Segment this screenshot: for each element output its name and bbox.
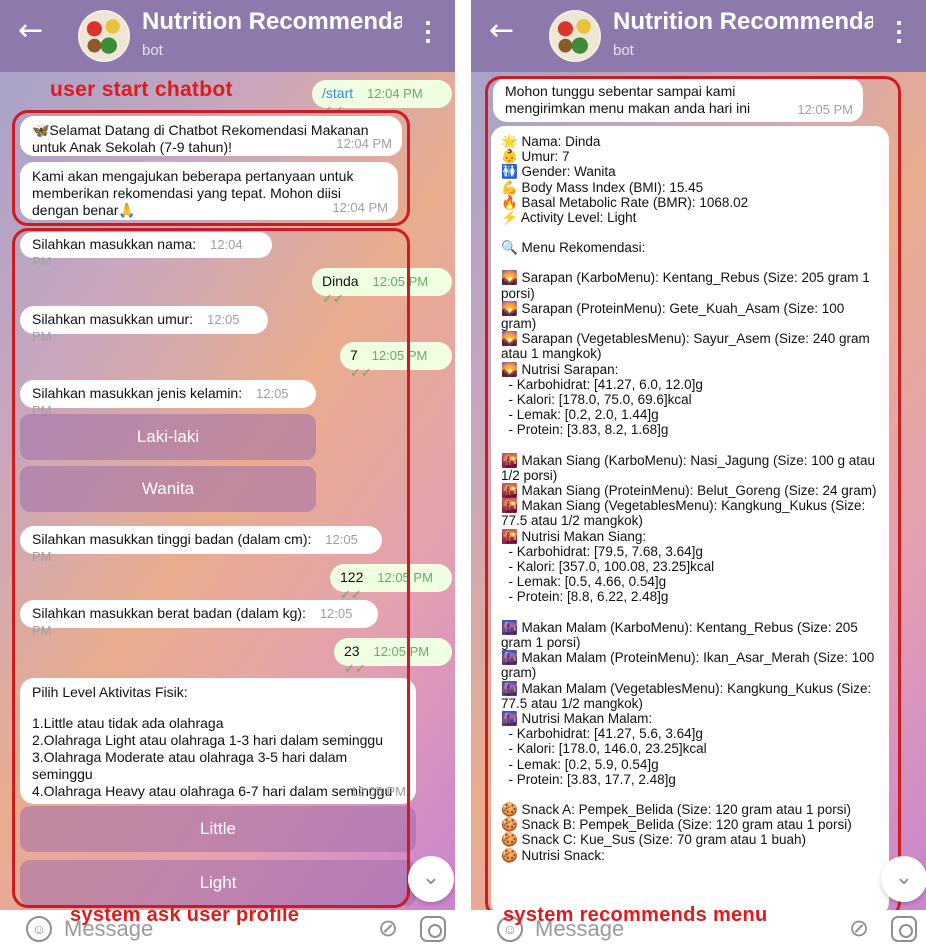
chat-subtitle: bot	[142, 42, 163, 59]
bot-avatar[interactable]	[78, 10, 130, 62]
chat-header: ← Nutrition Recommendation fo bot ⋮	[0, 0, 455, 72]
kebab-menu-icon[interactable]: ⋮	[415, 18, 441, 44]
start-message: /start 12:04 PM ✓✓	[312, 80, 452, 118]
annotation-frame-profile	[12, 228, 410, 908]
chat-area[interactable]: Mohon tunggu sebentar sampai kami mengir…	[471, 72, 926, 910]
attach-icon[interactable]: ⊘	[849, 914, 869, 942]
scroll-down-icon[interactable]: ⌄	[408, 856, 454, 902]
attach-icon[interactable]: ⊘	[378, 914, 398, 942]
chat-title[interactable]: Nutrition Recommendation fo	[142, 8, 402, 36]
chat-title[interactable]: Nutrition Recommendation fo	[613, 8, 873, 36]
camera-icon[interactable]	[420, 916, 446, 942]
message-input-bar: ☺ Message ⊘ system ask user profile	[0, 904, 455, 948]
right-phone-screen: ← Nutrition Recommendation fo bot ⋮ Moho…	[471, 0, 926, 948]
chat-area[interactable]: /start 12:04 PM ✓✓ 🦋Selamat Datang di Ch…	[0, 72, 455, 910]
back-arrow-icon[interactable]: ←	[489, 16, 514, 46]
message-time: 12:04 PM	[367, 86, 423, 101]
left-phone-screen: ← Nutrition Recommendation fo bot ⋮ /sta…	[0, 0, 455, 948]
annotation-label: system ask user profile	[70, 904, 300, 926]
annotation-frame-menu	[485, 76, 901, 910]
message-input-bar: ☺ Message ⊘ system recommends menu	[471, 904, 926, 948]
annotation-label: system recommends menu	[503, 904, 768, 926]
annotation-frame-start	[12, 110, 410, 226]
camera-icon[interactable]	[891, 916, 917, 942]
back-arrow-icon[interactable]: ←	[18, 16, 43, 46]
start-command[interactable]: /start	[322, 85, 353, 101]
kebab-menu-icon[interactable]: ⋮	[886, 18, 912, 44]
chat-header: ← Nutrition Recommendation fo bot ⋮	[471, 0, 926, 72]
emoji-icon[interactable]: ☺	[26, 916, 52, 942]
bot-avatar[interactable]	[549, 10, 601, 62]
chat-subtitle: bot	[613, 42, 634, 59]
annotation-label: user start chatbot	[50, 78, 233, 101]
scroll-down-icon[interactable]: ⌄	[881, 856, 926, 902]
